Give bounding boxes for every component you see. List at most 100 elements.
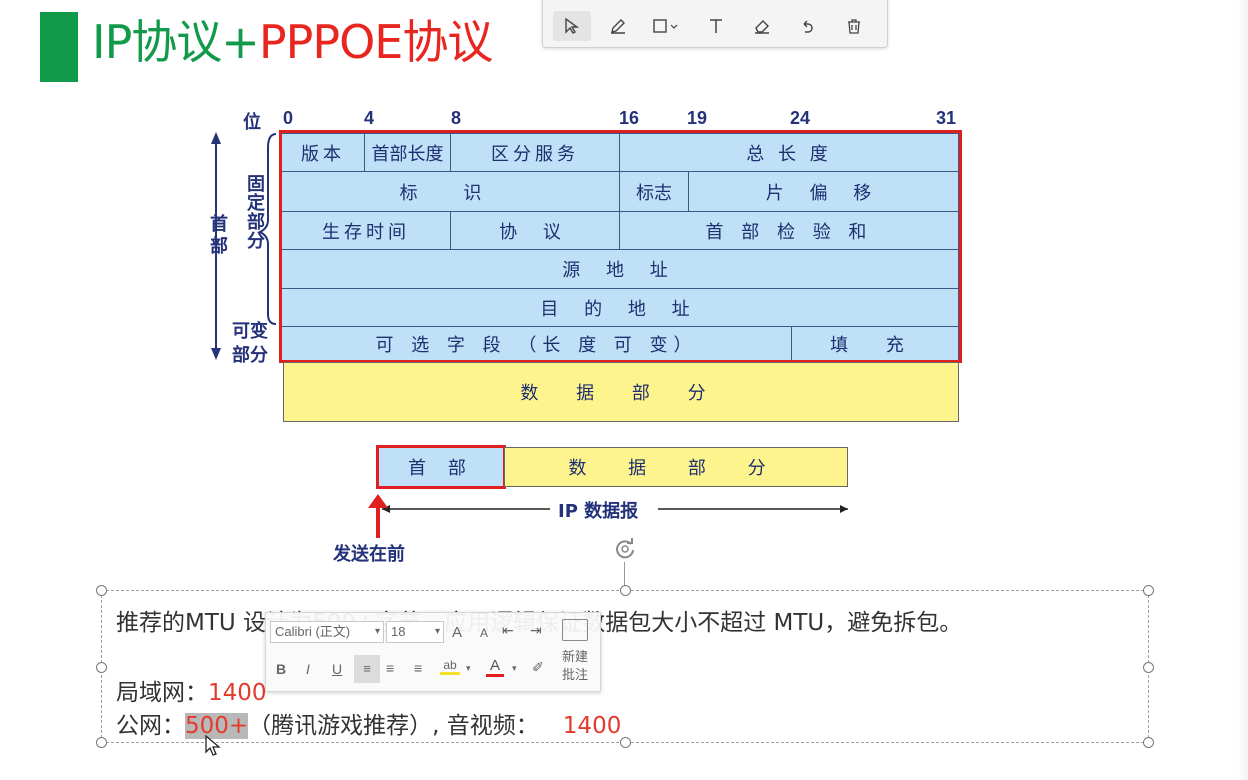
field-protocol-label: 协 议 — [499, 221, 571, 243]
new-comment-button[interactable]: 新建批注 — [560, 649, 590, 685]
bit-24: 24 — [790, 108, 811, 128]
highlight-color-icon[interactable]: ab — [440, 658, 460, 675]
resize-handle-b[interactable] — [620, 737, 631, 748]
datagram-data-block: 数 据 部 分 — [504, 447, 848, 487]
bit-16: 16 — [619, 108, 640, 128]
variable-part-line1: 可变 — [232, 321, 268, 342]
resize-handle-br[interactable] — [1143, 737, 1154, 748]
font-size-value: 18 — [391, 624, 406, 639]
resize-handle-tl[interactable] — [96, 585, 107, 596]
resize-handle-r[interactable] — [1143, 662, 1154, 673]
field-protocol: 协 议 — [450, 211, 620, 250]
field-total-length-label: 总 长 度 — [746, 143, 832, 165]
chevron-down-icon: ▾ — [374, 626, 380, 637]
fixed-part-text: 固定部分 — [244, 174, 265, 250]
chevron-down-icon[interactable]: ▾ — [466, 663, 471, 674]
text-icon[interactable] — [697, 11, 735, 41]
title-accent-bar — [40, 12, 78, 82]
datagram-data-label: 数 据 部 分 — [568, 458, 784, 479]
font-size-select[interactable]: 18 ▾ — [386, 621, 444, 643]
chevron-down-icon[interactable]: ▾ — [512, 663, 517, 674]
bold-button[interactable]: B — [276, 661, 286, 677]
mini-format-toolbar: Calibri (正文) ▾ 18 ▾ A A ⇤ ⇥ B I U ≡ ≡ ≡ ab… — [265, 612, 601, 692]
underline-button[interactable]: U — [332, 661, 342, 677]
variable-part-label: 可变 部分 — [232, 320, 268, 368]
comment-icon[interactable] — [562, 619, 588, 641]
delete-icon[interactable] — [835, 11, 873, 41]
wan-note: （腾讯游戏推荐）, 音视频： — [248, 713, 539, 739]
field-destination-address-label: 目 的 地 址 — [540, 298, 700, 320]
field-options-label: 可 选 字 段 （长 度 可 变） — [375, 334, 698, 356]
shrink-font-button[interactable]: A — [480, 626, 488, 640]
selected-text-box[interactable]: 推荐的MTU 设计为500+字节，应用逻辑保证数据包大小不超过 MTU，避免拆包… — [96, 585, 1154, 748]
resize-handle-t[interactable] — [620, 585, 631, 596]
font-family-select[interactable]: Calibri (正文) ▾ — [270, 621, 384, 643]
header-side-text: 首部 — [207, 214, 228, 258]
field-padding: 填 充 — [791, 326, 959, 361]
increase-indent-icon[interactable]: ⇥ — [530, 622, 542, 639]
field-identification: 标 识 — [281, 171, 620, 212]
lan-label: 局域网： — [116, 680, 208, 706]
field-total-length: 总 长 度 — [619, 133, 959, 172]
pen-icon[interactable] — [599, 11, 637, 41]
resize-handle-bl[interactable] — [96, 737, 107, 748]
fixed-part-label: 固定部分 — [243, 174, 265, 250]
field-flags-label: 标志 — [636, 182, 672, 204]
lan-value: 1400 — [208, 680, 267, 706]
italic-button[interactable]: I — [306, 661, 310, 677]
window-edge — [1238, 0, 1248, 780]
field-identification-label: 标 识 — [399, 182, 502, 204]
field-ttl: 生存时间 — [281, 211, 451, 250]
slide-title: IP协议+PPPOE协议 — [92, 12, 493, 72]
rotate-icon[interactable] — [612, 536, 638, 562]
field-padding-label: 填 充 — [830, 334, 920, 356]
align-left-icon[interactable]: ≡ — [354, 655, 380, 683]
bit-8: 8 — [451, 108, 462, 128]
resize-handle-l[interactable] — [96, 662, 107, 673]
select-icon[interactable] — [553, 11, 591, 41]
field-source-address: 源 地 址 — [281, 249, 959, 289]
eraser-icon[interactable] — [743, 11, 781, 41]
bit-31: 31 — [936, 108, 957, 128]
mouse-cursor-icon — [204, 734, 226, 763]
wan-line: 公网：500+（腾讯游戏推荐）, 音视频： 1400 — [116, 706, 621, 740]
data-part-label: 数 据 部 分 — [520, 383, 722, 404]
field-ttl-label: 生存时间 — [322, 221, 410, 243]
align-center-icon[interactable]: ≡ — [386, 660, 394, 676]
datagram-header-label: 首 部 — [408, 458, 474, 479]
undo-icon[interactable] — [789, 11, 827, 41]
field-flags: 标志 — [619, 171, 689, 212]
field-header-length: 首部长度 — [364, 133, 451, 172]
bit-19: 19 — [687, 108, 708, 128]
field-fragment-offset: 片 偏 移 — [688, 171, 959, 212]
font-color-button[interactable]: A — [486, 657, 504, 677]
wan-label: 公网： — [116, 713, 185, 739]
drawing-toolbar — [542, 0, 888, 48]
field-fragment-offset-label: 片 偏 移 — [765, 182, 882, 204]
font-family-value: Calibri (正文) — [275, 624, 351, 639]
send-first-label: 发送在前 — [333, 544, 405, 565]
resize-handle-tr[interactable] — [1143, 585, 1154, 596]
chevron-down-icon: ▾ — [434, 626, 440, 637]
data-part-block: 数 据 部 分 — [283, 362, 959, 422]
bit-0: 0 — [283, 108, 294, 128]
field-destination-address: 目 的 地 址 — [281, 288, 959, 327]
field-version: 版本 — [281, 133, 365, 172]
title-green-part: IP协议+ — [92, 15, 260, 69]
field-checksum-label: 首 部 检 验 和 — [705, 221, 873, 243]
decrease-indent-icon[interactable]: ⇤ — [502, 622, 514, 639]
field-checksum: 首 部 检 验 和 — [619, 211, 959, 250]
shape-icon[interactable] — [645, 11, 689, 41]
datagram-label: IP 数据报 — [558, 501, 639, 522]
align-right-icon[interactable]: ≡ — [414, 660, 422, 676]
field-source-address-label: 源 地 址 — [562, 260, 678, 281]
variable-part-line2: 部分 — [232, 345, 268, 366]
field-header-length-label: 首部长度 — [371, 143, 444, 165]
grow-font-button[interactable]: A — [452, 624, 462, 641]
format-painter-icon[interactable]: ✐ — [532, 659, 544, 676]
bit-4: 4 — [364, 108, 375, 128]
field-version-label: 版本 — [301, 143, 345, 165]
field-dscp: 区分服务 — [450, 133, 620, 172]
datagram-header-block: 首 部 — [378, 447, 504, 487]
lan-line: 局域网：1400 — [116, 673, 267, 707]
